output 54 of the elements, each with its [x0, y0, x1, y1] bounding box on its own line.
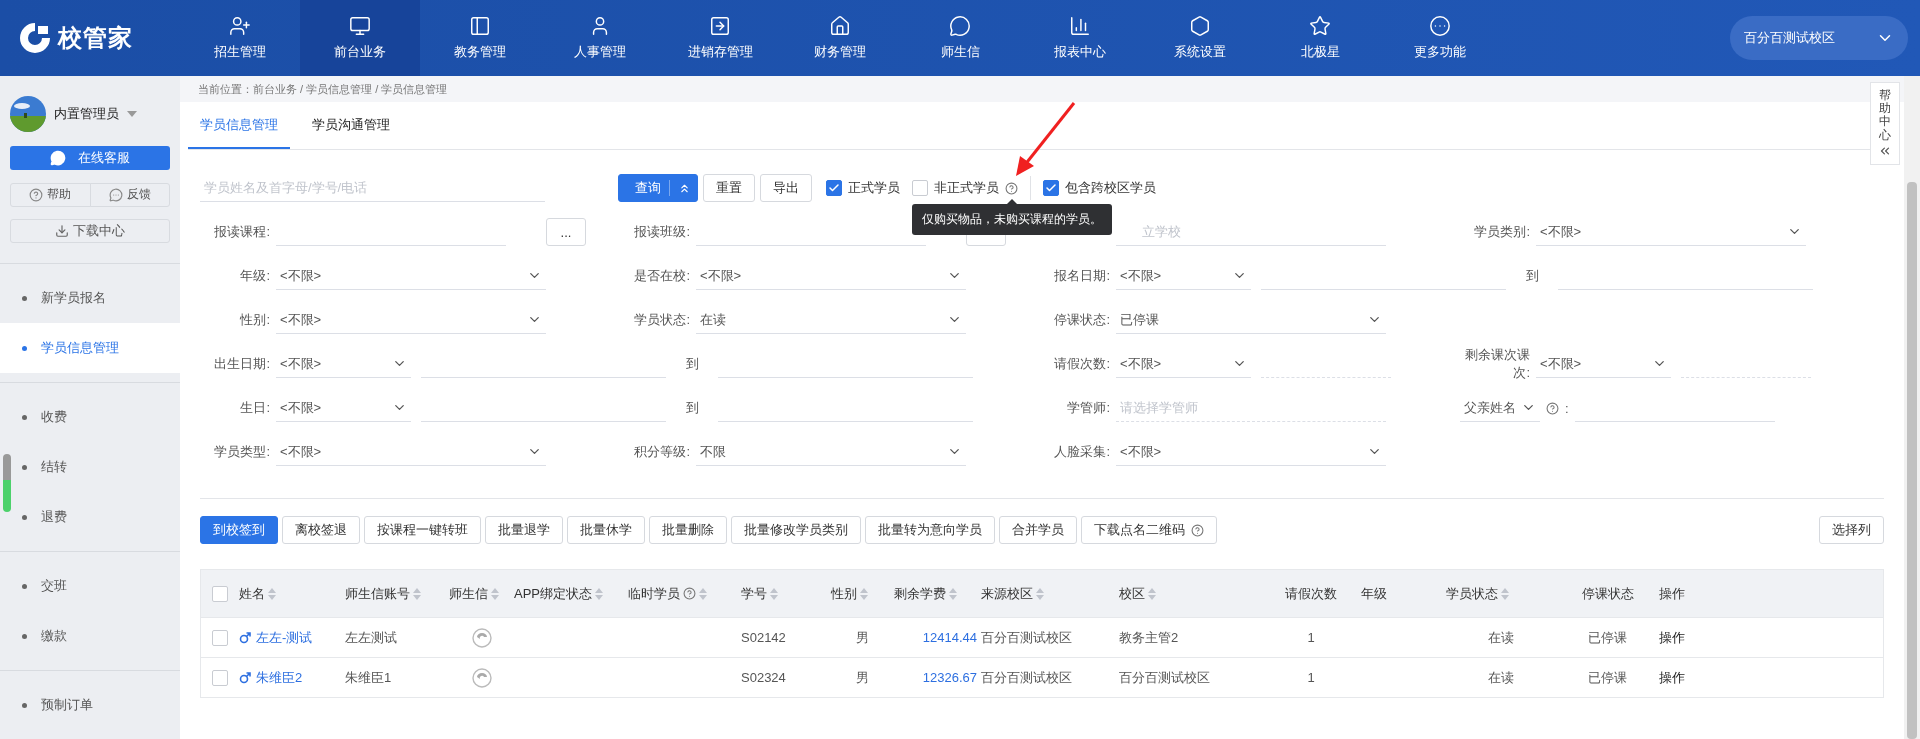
table-cell-text: 已停课	[1587, 628, 1628, 647]
range-separator: 到	[684, 355, 700, 373]
table-cell-text: S02324	[741, 670, 787, 685]
field-label: 报读课程:	[213, 222, 270, 241]
field-label: 年级:	[239, 266, 270, 285]
column-header: 性别	[831, 584, 894, 603]
table-cell-text: 男	[855, 628, 870, 647]
field-label: 报读班级:	[633, 222, 690, 241]
field-label: 积分等级:	[633, 442, 690, 461]
field-label: 是否在校:	[633, 266, 690, 285]
column-header: 学号	[741, 584, 831, 603]
tooltip: 仅购买物品，未购买课程的学员。	[912, 204, 1112, 235]
column-header: 师生信	[449, 584, 514, 603]
column-header: 师生信账号	[345, 584, 449, 603]
table-cell-text: 教务主管2	[1119, 628, 1180, 647]
field-label: 人脸采集:	[1053, 442, 1110, 461]
column-header: 年级	[1361, 584, 1388, 603]
table-cell-text: 已停课	[1587, 668, 1628, 687]
range-separator: 到	[1524, 267, 1540, 285]
table-cell-text: 左左测试	[345, 628, 398, 647]
table-cell-text: 朱维臣1	[345, 668, 393, 687]
field-label: 学员状态:	[633, 310, 690, 329]
field-label: 停课状态:	[1053, 310, 1110, 329]
field-label: 学员类型:	[213, 442, 270, 461]
table-cell-text: 在读	[1487, 628, 1515, 647]
table-cell-text: 男	[855, 668, 870, 687]
field-label: 生日:	[239, 398, 270, 417]
table-cell-text: 1	[1306, 670, 1316, 685]
column-header: 停课状态	[1580, 584, 1635, 603]
column-header: 请假次数	[1284, 584, 1338, 603]
colon: :	[1565, 400, 1569, 416]
table-cell-text: 百分百测试校区	[981, 668, 1073, 687]
column-header: 来源校区	[981, 584, 1119, 603]
range-separator: 到	[684, 399, 700, 417]
column-header: 姓名	[239, 584, 345, 603]
table-cell-text: 在读	[1487, 668, 1515, 687]
column-header: 校区	[1119, 584, 1261, 603]
field-label: 性别:	[239, 310, 270, 329]
field-label: 出生日期:	[213, 354, 270, 373]
column-header: APP绑定状态	[514, 584, 628, 603]
table-cell-text: 百分百测试校区	[1119, 668, 1211, 687]
column-header: 临时学员	[628, 584, 741, 603]
column-header: 剩余学费	[894, 584, 981, 603]
table-cell-text: 1	[1306, 630, 1316, 645]
column-header: 操作	[1659, 584, 1686, 603]
field-label: 请假次数:	[1053, 354, 1110, 373]
logo-text: 校管家	[58, 23, 133, 53]
field-label: 学员类别:	[1473, 222, 1530, 241]
field-label: 学管师:	[1066, 398, 1110, 417]
table-cell-text: 百分百测试校区	[981, 628, 1073, 647]
column-header: 学员状态	[1446, 584, 1556, 603]
table-cell-text: S02142	[741, 630, 787, 645]
field-label: 报名日期:	[1053, 266, 1110, 285]
field-label: 剩余课次课次:	[1464, 345, 1530, 382]
